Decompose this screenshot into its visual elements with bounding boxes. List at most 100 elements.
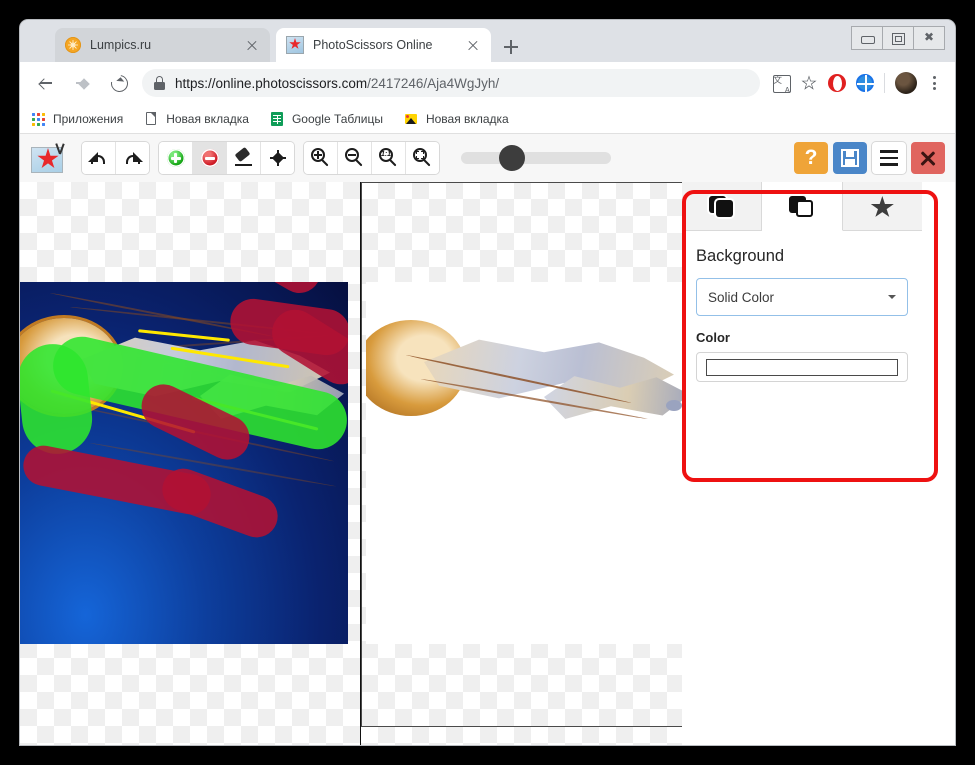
red-minus-icon <box>201 149 219 167</box>
document-icon <box>143 111 159 127</box>
color-label: Color <box>696 330 908 345</box>
green-plus-icon <box>167 149 185 167</box>
avatar[interactable] <box>895 72 917 94</box>
tab-background[interactable] <box>762 182 842 231</box>
result-preview-pane[interactable] <box>361 182 701 745</box>
screen: Lumpics.ru PhotoScissors Online ✖ https:… <box>0 0 975 765</box>
new-tab-button[interactable] <box>498 34 524 60</box>
help-button[interactable] <box>794 142 828 174</box>
reload-button[interactable] <box>103 68 133 98</box>
close-tab-icon[interactable] <box>465 37 481 53</box>
forward-arrow-icon <box>75 76 89 90</box>
settings-panel: Background Solid Color Color <box>682 182 922 745</box>
bookmarks-bar: Приложения Новая вкладка Google Таблицы … <box>20 104 955 134</box>
tab-title: PhotoScissors Online <box>313 38 459 52</box>
fit-to-screen-button[interactable] <box>406 142 439 174</box>
bookmark-google-sheets[interactable]: Google Таблицы <box>269 111 383 127</box>
photoscissors-favicon <box>286 36 304 54</box>
chrome-menu-button[interactable] <box>921 70 947 96</box>
maximize-button[interactable] <box>882 26 914 50</box>
close-window-button[interactable]: ✖ <box>913 26 945 50</box>
forward-button[interactable] <box>67 68 97 98</box>
marking-tool-group <box>159 142 294 174</box>
result-image[interactable] <box>366 282 694 644</box>
bookmark-label: Новая вкладка <box>426 112 509 126</box>
reload-icon <box>108 72 132 96</box>
history-tool-group <box>82 142 149 174</box>
layers-filled-icon <box>709 196 735 218</box>
globe-extension-icon <box>856 74 874 92</box>
app-action-buttons <box>794 142 945 174</box>
tab-title: Lumpics.ru <box>90 38 238 52</box>
bookmark-button[interactable] <box>796 70 822 96</box>
bookmark-label: Google Таблицы <box>292 112 383 126</box>
close-editor-button[interactable] <box>911 142 945 174</box>
url-text: https://online.photoscissors.com/2417246… <box>175 76 499 91</box>
undo-icon <box>89 150 108 166</box>
zoom-out-icon <box>345 148 364 167</box>
star-icon <box>801 75 817 91</box>
photoscissors-logo <box>30 141 68 175</box>
bookmark-apps[interactable]: Приложения <box>30 111 123 127</box>
menu-button[interactable] <box>872 142 906 174</box>
bookmark-new-tab-2[interactable]: Новая вкладка <box>403 111 509 127</box>
background-type-select[interactable]: Solid Color <box>696 278 908 316</box>
app-toolbar: 1:1 <box>20 134 955 182</box>
save-button[interactable] <box>833 142 867 174</box>
eraser-button[interactable] <box>227 142 261 174</box>
one-to-one-icon: 1:1 <box>379 148 398 167</box>
slider-handle[interactable] <box>499 145 525 171</box>
translate-button[interactable] <box>768 70 794 96</box>
zoom-tool-group: 1:1 <box>304 142 439 174</box>
browser-tab-photoscissors[interactable]: PhotoScissors Online <box>276 28 491 62</box>
color-picker[interactable] <box>696 352 908 382</box>
back-arrow-icon <box>39 76 53 90</box>
window-controls: ✖ <box>852 26 945 50</box>
browser-window: Lumpics.ru PhotoScissors Online ✖ https:… <box>20 20 955 745</box>
apps-grid-icon <box>30 111 46 127</box>
background-mark-button[interactable] <box>193 142 227 174</box>
navigation-bar: https://online.photoscissors.com/2417246… <box>20 62 955 104</box>
lumpics-favicon <box>65 37 81 53</box>
tab-strip: Lumpics.ru PhotoScissors Online ✖ <box>20 20 955 62</box>
fit-screen-icon <box>413 148 432 167</box>
opera-icon <box>828 74 846 92</box>
brush-size-slider[interactable] <box>461 152 611 164</box>
back-button[interactable] <box>31 68 61 98</box>
background-type-value: Solid Color <box>708 290 888 305</box>
panel-tabs <box>682 182 922 231</box>
browser-tab-lumpics[interactable]: Lumpics.ru <box>55 28 270 62</box>
floppy-disk-icon <box>841 149 859 167</box>
pan-button[interactable] <box>261 142 294 174</box>
bookmark-label: Новая вкладка <box>166 112 249 126</box>
tab-effects[interactable] <box>843 182 922 230</box>
opera-extension-button[interactable] <box>824 70 850 96</box>
translate-icon <box>773 75 791 93</box>
zoom-out-button[interactable] <box>338 142 372 174</box>
address-bar[interactable]: https://online.photoscissors.com/2417246… <box>142 69 760 97</box>
star-icon <box>870 196 894 219</box>
layers-outline-icon <box>789 196 815 218</box>
image-icon <box>403 111 419 127</box>
undo-button[interactable] <box>82 142 116 174</box>
eraser-icon <box>235 149 253 167</box>
tab-cutout[interactable] <box>682 182 762 230</box>
zoom-in-icon <box>311 148 330 167</box>
zoom-in-button[interactable] <box>304 142 338 174</box>
close-tab-icon[interactable] <box>244 37 260 53</box>
source-image[interactable] <box>20 282 348 644</box>
bookmark-label: Приложения <box>53 112 123 126</box>
minimize-button[interactable] <box>851 26 883 50</box>
foreground-mark-button[interactable] <box>159 142 193 174</box>
background-title: Background <box>696 247 908 266</box>
actual-size-button[interactable]: 1:1 <box>372 142 406 174</box>
globe-extension-button[interactable] <box>852 70 878 96</box>
redo-button[interactable] <box>116 142 149 174</box>
source-image-pane[interactable] <box>20 182 360 745</box>
move-icon <box>269 149 287 167</box>
bookmark-new-tab-1[interactable]: Новая вкладка <box>143 111 249 127</box>
editor-canvas: Background Solid Color Color <box>20 182 955 745</box>
toolbar-divider <box>884 73 885 93</box>
color-swatch[interactable] <box>706 359 898 376</box>
panel-body: Background Solid Color Color <box>682 231 922 382</box>
